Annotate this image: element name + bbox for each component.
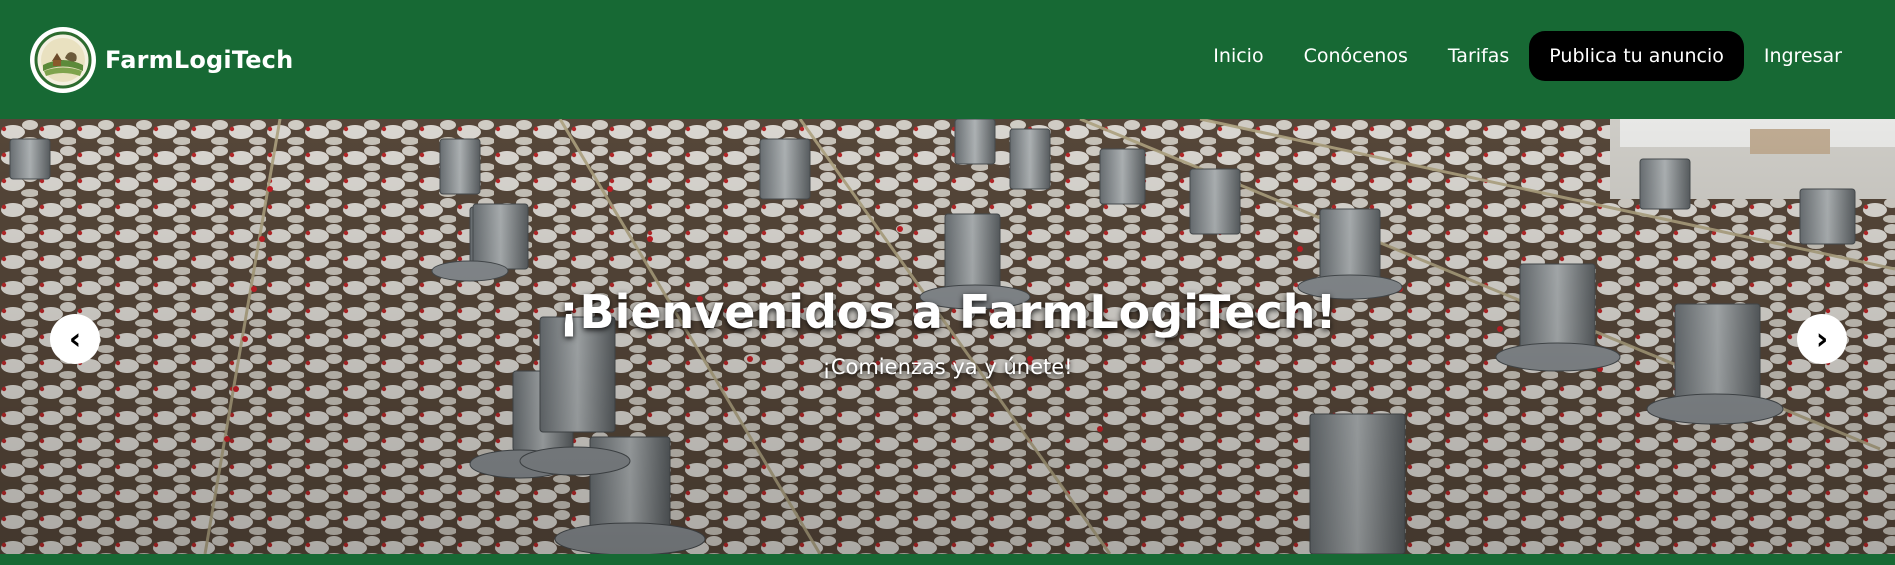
nav-tarifas-link[interactable]: Tarifas bbox=[1428, 31, 1529, 81]
nav-conocenos-link[interactable]: Conócenos bbox=[1284, 31, 1428, 81]
hero-title: ¡Bienvenidos a FarmLogiTech! bbox=[558, 285, 1337, 339]
navbar: FarmLogiTech Inicio Conócenos Tarifas Pu… bbox=[0, 0, 1895, 119]
main-nav: Inicio Conócenos Tarifas Publica tu anun… bbox=[1193, 31, 1862, 81]
publish-ad-button[interactable]: Publica tu anuncio bbox=[1529, 31, 1744, 81]
brand[interactable]: FarmLogiTech bbox=[30, 27, 293, 93]
chevron-right-icon: › bbox=[1815, 321, 1829, 357]
brand-name: FarmLogiTech bbox=[105, 46, 294, 74]
carousel-next-button[interactable]: › bbox=[1797, 314, 1847, 364]
hero-carousel: ¡Bienvenidos a FarmLogiTech! ¡Comienzas … bbox=[0, 119, 1895, 554]
section-divider bbox=[0, 554, 1895, 565]
farm-logo-icon bbox=[30, 27, 96, 93]
hero-subtitle: ¡Comienzas ya y únete! bbox=[822, 355, 1073, 379]
nav-inicio-link[interactable]: Inicio bbox=[1193, 31, 1283, 81]
carousel-prev-button[interactable]: ‹ bbox=[50, 314, 100, 364]
chevron-left-icon: ‹ bbox=[68, 321, 82, 357]
nav-ingresar-link[interactable]: Ingresar bbox=[1744, 31, 1862, 81]
